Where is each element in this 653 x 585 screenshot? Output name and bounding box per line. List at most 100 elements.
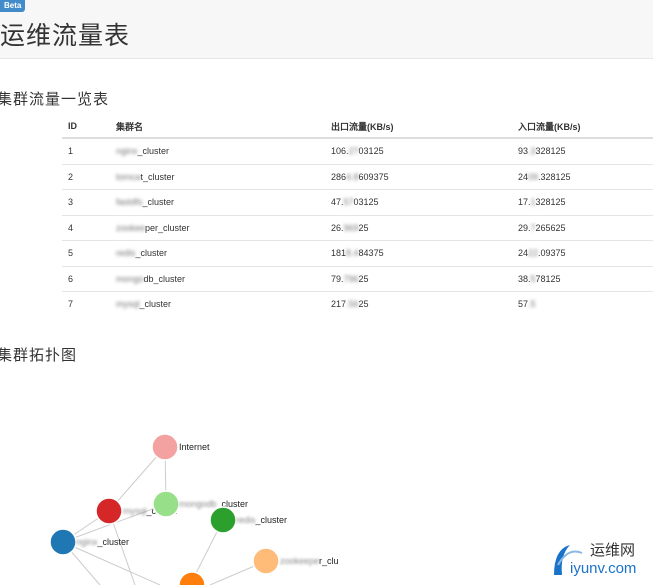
row-outbound: 2864.8609375	[325, 163, 512, 190]
graph-node-label: nginx_cluster	[76, 537, 129, 547]
row-cluster-name: fastdfs_cluster	[110, 189, 325, 215]
out-value-end: 03125	[358, 146, 384, 157]
name-suffix: per_cluster	[145, 222, 190, 233]
redacted-node-name: nginx	[76, 537, 98, 547]
page-header: Beta 运维流量表	[0, 0, 653, 59]
table-row: 7 mysql_cluster 217.5625 57.5	[62, 291, 653, 317]
in-value-end: 78125	[535, 273, 561, 284]
row-inbound: 2409.328125	[512, 163, 653, 190]
graph-node-mongodb[interactable]	[152, 490, 180, 518]
redacted-node-name: mysql	[123, 506, 147, 516]
redacted-name: fastdfs	[116, 197, 143, 208]
table-row: 3 fastdfs_cluster 47.5703125 17.1328125	[62, 189, 653, 215]
in-value-start: 17.	[518, 197, 531, 208]
row-inbound: 93.3328125	[512, 137, 653, 164]
in-value-start: 93	[518, 146, 529, 157]
graph-node-internet[interactable]	[151, 433, 179, 461]
graph-link	[62, 541, 161, 585]
out-value-start: 47.	[331, 197, 344, 208]
row-cluster-name: redis_cluster	[110, 240, 325, 266]
out-value-end: 25	[358, 273, 369, 284]
in-value-end: 328125	[535, 146, 566, 157]
graph-nodes: Internetmysql_clustermongodb_clusterredi…	[49, 433, 339, 585]
redacted-name: zookee	[116, 222, 146, 233]
in-value-redacted: .3	[528, 146, 536, 157]
name-suffix: _cluster	[139, 299, 172, 310]
out-value-start: 217	[331, 299, 347, 310]
in-value-start: 38.	[518, 273, 531, 284]
graph-node-mysql[interactable]	[95, 497, 123, 525]
in-value-start: 57	[518, 299, 529, 310]
graph-node-label: redis_cluster	[236, 515, 287, 525]
row-id: 6	[62, 265, 110, 292]
in-value-redacted: 1	[530, 197, 536, 208]
in-value-redacted: .5	[528, 299, 536, 310]
row-outbound: 106.2703125	[325, 137, 512, 164]
out-value-end: 84375	[358, 248, 384, 259]
row-id: 7	[62, 291, 110, 317]
graph-node-nginx[interactable]	[49, 528, 77, 556]
in-value-redacted: 5	[530, 273, 536, 284]
graph-node-zookeeper[interactable]	[252, 547, 280, 575]
table-row: 4 zookeeper_cluster 26.96925 29.7265625	[62, 214, 653, 241]
graph-node-label: Internet	[179, 442, 210, 452]
out-value-redacted: 4.8	[346, 171, 359, 182]
row-cluster-name: tomcat_cluster	[110, 163, 325, 190]
graph-node-redis[interactable]	[209, 506, 237, 534]
out-value-redacted: 8.4	[346, 248, 359, 259]
row-id: 2	[62, 163, 110, 190]
column-header-id: ID	[62, 115, 110, 139]
row-inbound: 29.7265625	[512, 214, 653, 241]
in-value-end: .09375	[538, 248, 566, 259]
table-header-row: ID 集群名 出口流量(KB/s) 入口流量(KB/s)	[62, 115, 653, 139]
out-value-end: 609375	[358, 171, 389, 182]
in-value-start: 29.	[518, 222, 531, 233]
out-value-redacted: 969	[343, 222, 359, 233]
row-id: 3	[62, 189, 110, 215]
redacted-node-name: zookeepe	[280, 556, 319, 566]
row-outbound: 47.5703125	[325, 189, 512, 215]
graph-node-orange[interactable]	[178, 571, 206, 585]
out-value-redacted: 57	[343, 197, 354, 208]
row-outbound: 79.79625	[325, 265, 512, 292]
out-value-redacted: .56	[346, 299, 359, 310]
table-row: 5 redis_cluster 1818.484375 2422.09375	[62, 240, 653, 266]
page-title: 运维流量表	[0, 21, 131, 50]
out-value-start: 26.	[331, 222, 344, 233]
in-value-start: 24	[518, 171, 529, 182]
name-suffix: t_cluster	[140, 171, 175, 182]
row-id: 5	[62, 240, 110, 266]
out-value-start: 181	[331, 248, 347, 259]
logo-text: 运维网	[590, 541, 635, 559]
out-value-start: 106.	[331, 146, 349, 157]
node-label-text: Internet	[179, 442, 210, 452]
redacted-node-name: redis	[236, 515, 256, 525]
row-inbound: 57.5	[512, 291, 653, 317]
in-value-end: .328125	[538, 171, 571, 182]
out-value-redacted: 796	[343, 273, 359, 284]
redacted-name: mysql	[116, 299, 140, 310]
redacted-name: nginx	[116, 146, 138, 157]
site-logo: 运维网 iyunv.com	[554, 541, 636, 577]
row-inbound: 2422.09375	[512, 240, 653, 266]
out-value-end: 03125	[353, 197, 379, 208]
column-header-cluster-name: 集群名	[110, 115, 325, 139]
redacted-node-name: mongodb	[179, 499, 217, 509]
node-label-text: r_clu	[319, 556, 339, 566]
table-row: 6 mongodb_cluster 79.79625 38.578125	[62, 265, 653, 292]
in-value-redacted: 7	[530, 222, 536, 233]
table-section-title: 集群流量一览表	[0, 90, 110, 108]
out-value-redacted: 27	[348, 146, 359, 157]
table-row: 1 nginx_cluster 106.2703125 93.3328125	[62, 137, 653, 164]
cluster-flow-table: ID 集群名 出口流量(KB/s) 入口流量(KB/s) 1 nginx _clus…	[62, 115, 653, 317]
row-outbound: 26.96925	[325, 214, 512, 241]
redacted-name: tomca	[116, 171, 141, 182]
graph-node-label: zookeeper_clu	[280, 556, 339, 566]
row-cluster-name: zookeeper_cluster	[110, 214, 325, 241]
name-suffix: db_cluster	[143, 273, 186, 284]
in-value-redacted: 22	[528, 248, 539, 259]
row-id: 1	[62, 137, 110, 164]
row-cluster-name: mysql_cluster	[110, 291, 325, 317]
name-suffix: _cluster	[142, 197, 175, 208]
redacted-name: mongo	[116, 273, 144, 284]
